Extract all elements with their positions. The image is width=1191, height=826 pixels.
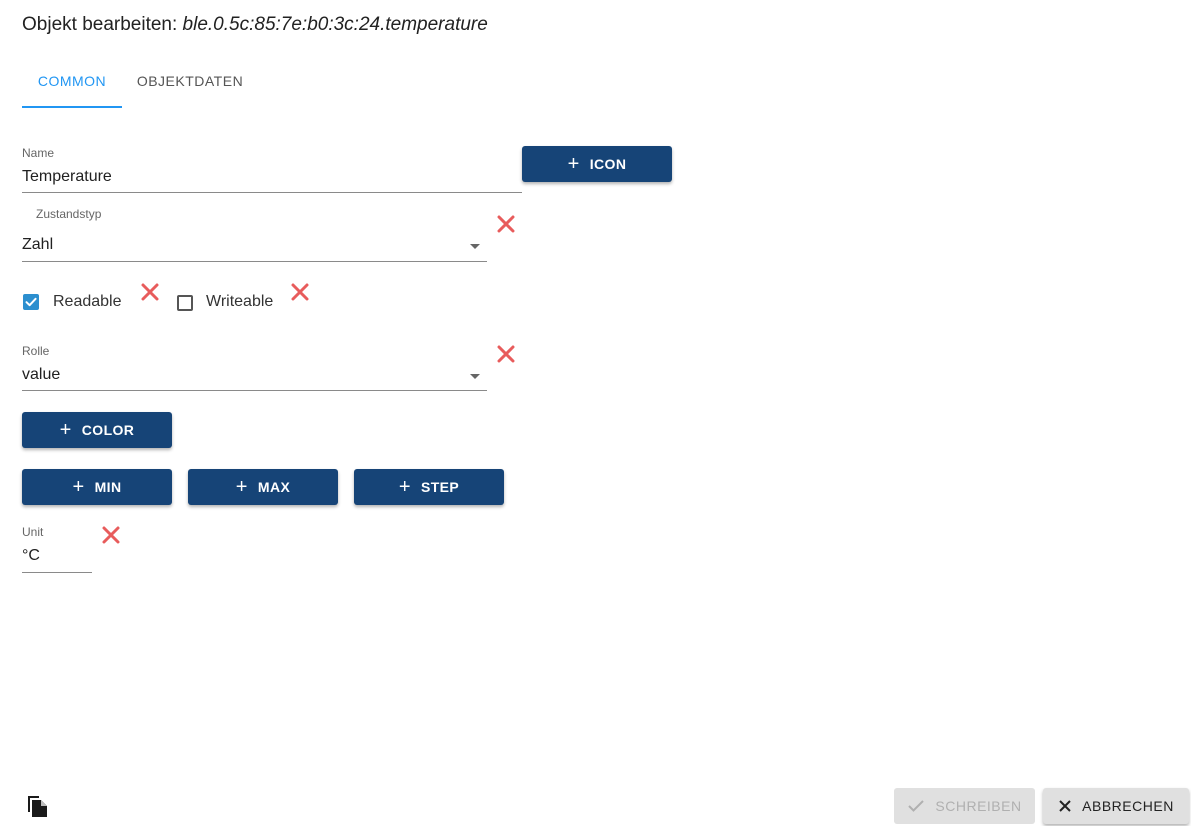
object-id: ble.0.5c:85:7e:b0:3c:24.temperature [182, 14, 488, 35]
checkmark-icon [25, 297, 37, 307]
writeable-label: Writeable [206, 293, 274, 310]
add-color-button-label: COLOR [81, 422, 135, 438]
add-icon-button[interactable]: + ICON [522, 146, 672, 182]
state-type-label: Zustandstyp [36, 207, 102, 221]
add-min-button-label: MIN [94, 479, 122, 495]
delete-readable-icon[interactable] [140, 282, 160, 302]
cancel-button[interactable]: ABBRECHEN [1043, 788, 1189, 824]
unit-underline [22, 572, 92, 573]
copy-icon[interactable] [27, 794, 49, 818]
plus-icon: + [235, 476, 248, 498]
name-input[interactable]: Temperature [22, 168, 112, 186]
add-min-button[interactable]: + MIN [22, 469, 172, 505]
dialog-title: Objekt bearbeiten: ble.0.5c:85:7e:b0:3c:… [22, 14, 488, 36]
state-type-select[interactable]: Zahl [22, 236, 53, 254]
close-icon [1058, 799, 1072, 813]
role-underline [22, 390, 487, 391]
check-icon [907, 799, 925, 813]
delete-unit-icon[interactable] [101, 525, 121, 545]
tab-objektdaten[interactable]: OBJEKTDATEN [128, 62, 252, 106]
add-color-button[interactable]: + COLOR [22, 412, 172, 448]
save-button[interactable]: SCHREIBEN [894, 788, 1035, 824]
unit-input[interactable]: °C [22, 547, 40, 565]
add-icon-button-label: ICON [589, 156, 627, 172]
plus-icon: + [72, 476, 85, 498]
plus-icon: + [398, 476, 411, 498]
plus-icon: + [567, 153, 580, 175]
cancel-button-label: ABBRECHEN [1082, 798, 1174, 814]
delete-writeable-icon[interactable] [290, 282, 310, 302]
plus-icon: + [59, 419, 72, 441]
chevron-down-icon[interactable] [470, 244, 480, 249]
chevron-down-icon[interactable] [470, 374, 480, 379]
writeable-checkbox[interactable] [177, 295, 193, 311]
name-label: Name [22, 146, 55, 160]
add-max-button-label: MAX [257, 479, 291, 495]
role-label: Rolle [22, 344, 50, 358]
tab-common[interactable]: COMMON [22, 62, 122, 108]
delete-state-type-icon[interactable] [496, 214, 516, 234]
add-max-button[interactable]: + MAX [188, 469, 338, 505]
delete-role-icon[interactable] [496, 344, 516, 364]
add-step-button[interactable]: + STEP [354, 469, 504, 505]
dialog-title-prefix: Objekt bearbeiten: [22, 14, 178, 35]
save-button-label: SCHREIBEN [935, 798, 1022, 814]
readable-label: Readable [53, 293, 122, 310]
add-step-button-label: STEP [420, 479, 460, 495]
role-select[interactable]: value [22, 366, 60, 384]
readable-checkbox[interactable] [23, 294, 39, 310]
state-type-underline [22, 261, 487, 262]
unit-label: Unit [22, 525, 44, 539]
name-underline [22, 192, 522, 193]
